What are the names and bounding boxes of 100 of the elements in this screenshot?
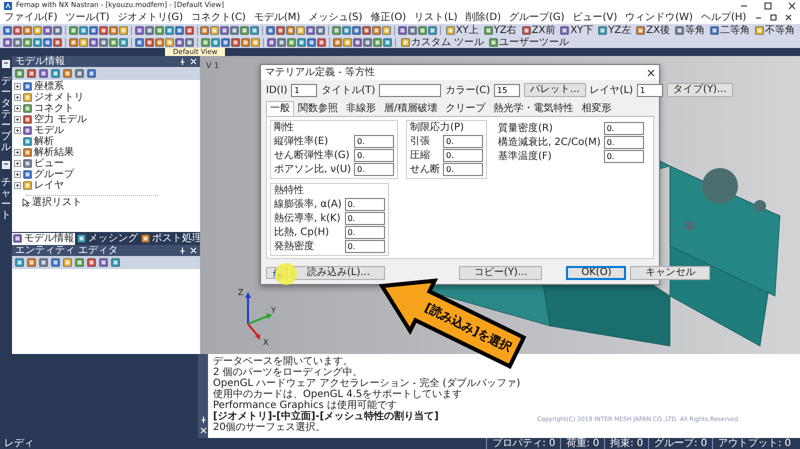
expand-icon[interactable] [14, 127, 21, 134]
tab-icon[interactable] [13, 234, 22, 243]
view-icon[interactable] [522, 26, 531, 34]
view-button[interactable]: 二等角 [708, 24, 752, 36]
tree-item[interactable]: 空力 モデル [34, 114, 88, 125]
tool-button[interactable]: ユーザーツール [487, 36, 572, 48]
view-button[interactable]: XY上 [444, 24, 481, 36]
input-field[interactable]: 0. [344, 226, 385, 238]
dialog-tab[interactable]: 一般 [266, 101, 294, 116]
expand-icon[interactable] [14, 105, 21, 112]
tree-item[interactable]: ジオメトリ [34, 92, 84, 103]
view-button[interactable]: YZ右 [482, 24, 519, 36]
input-field[interactable]: 0. [443, 148, 484, 162]
dialog-button[interactable]: タイプ(Y)... [667, 83, 732, 97]
dialog-button[interactable]: 読み込み(L)... [292, 266, 385, 280]
tool-icon[interactable] [489, 38, 498, 46]
input-field[interactable]: 0. [604, 122, 644, 134]
tree-node-icon[interactable] [23, 170, 32, 179]
menu-item[interactable]: ツール(T) [62, 11, 114, 24]
view-icon[interactable] [484, 26, 493, 34]
tree-node-icon[interactable] [23, 159, 32, 168]
close-icon[interactable] [788, 2, 796, 10]
side-tab[interactable]: データテーブル [1, 76, 11, 153]
expand-icon[interactable] [14, 94, 21, 101]
panel-tab[interactable]: モデル情報 [12, 232, 75, 244]
menu-item[interactable]: モデル(M) [250, 11, 304, 24]
input-field[interactable]: 15 [494, 84, 520, 96]
tab-icon[interactable] [141, 234, 150, 243]
input-field[interactable] [379, 84, 442, 96]
tree-item[interactable]: レイヤ [34, 180, 64, 191]
menu-item[interactable]: ファイル(F) [0, 11, 62, 24]
expand-icon[interactable] [14, 83, 21, 90]
menu-item[interactable]: ジオメトリ(G) [113, 11, 188, 24]
dialog-button[interactable]: キャンセル [630, 266, 710, 280]
menu-item[interactable]: コネクト(C) [187, 11, 250, 24]
view-button[interactable]: 不等角 [752, 24, 797, 36]
menu-item[interactable]: リスト(L) [410, 11, 462, 24]
dialog-tab[interactable]: 関数参照 [294, 101, 342, 116]
expand-icon[interactable] [14, 171, 21, 178]
menu-item[interactable]: 修正(O) [366, 11, 410, 24]
dialog-tab[interactable]: 相変形 [577, 101, 616, 116]
pin-icon[interactable] [200, 416, 206, 423]
menu-item[interactable]: メッシュ(S) [304, 11, 366, 24]
view-icon[interactable] [598, 26, 608, 34]
menu-item[interactable]: ビュー(V) [568, 11, 622, 24]
side-tab[interactable]: チャート [1, 177, 11, 221]
input-field[interactable]: 0. [344, 198, 385, 210]
tree-node-icon[interactable] [23, 93, 32, 102]
menu-item[interactable]: グループ(G) [505, 11, 569, 24]
tree-item[interactable]: 解析 [34, 136, 54, 147]
expand-icon[interactable] [14, 149, 21, 156]
tree-item[interactable]: 解析結果 [34, 147, 74, 158]
tree-item[interactable]: モデル [34, 125, 64, 136]
input-field[interactable]: 1 [291, 84, 318, 96]
input-field[interactable]: 0. [443, 162, 484, 176]
tree-node-icon[interactable] [23, 82, 32, 91]
table-icon[interactable] [2, 161, 10, 169]
tree-node-icon[interactable] [23, 126, 32, 135]
dialog-tab[interactable]: クリープ [441, 101, 490, 116]
maximize-icon[interactable] [764, 2, 772, 10]
input-field[interactable]: 0. [344, 212, 385, 224]
menu-item[interactable]: ヘルプ(H) [696, 11, 750, 24]
dialog-button[interactable]: パレット... [524, 83, 586, 97]
input-field[interactable]: 0. [604, 136, 644, 148]
pin-icon[interactable] [179, 58, 186, 65]
tree-item[interactable]: グループ [34, 169, 74, 180]
input-field[interactable]: 0. [354, 134, 394, 148]
tree-item[interactable]: 座標系 [34, 81, 64, 92]
menu-item[interactable]: 削除(D) [462, 11, 506, 24]
input-field[interactable]: 1 [637, 84, 664, 96]
view-icon[interactable] [710, 26, 719, 34]
view-button[interactable]: YZ左 [596, 24, 634, 36]
restore-icon[interactable] [770, 14, 777, 21]
tree-node-icon[interactable] [23, 181, 32, 190]
view-icon[interactable] [636, 26, 646, 34]
view-icon[interactable] [754, 26, 764, 34]
dialog-button[interactable]: OK(O) [566, 266, 626, 280]
view-button[interactable]: ZX前 [520, 24, 558, 36]
tree-item[interactable]: 選択リスト [32, 197, 82, 208]
dialog-tab[interactable]: 層/積層破壊 [380, 101, 442, 116]
view-button[interactable]: ZX後 [634, 24, 672, 36]
input-field[interactable]: 0. [354, 148, 394, 162]
panel-tab[interactable]: メッシング [76, 232, 139, 244]
tree-node-icon[interactable] [23, 148, 32, 157]
view-button[interactable]: 等角 [672, 24, 707, 36]
expand-icon[interactable] [14, 182, 21, 189]
dialog-button[interactable]: コピー(Y)... [458, 266, 542, 280]
view-button[interactable]: XY下 [558, 24, 596, 36]
view-icon[interactable] [674, 26, 684, 34]
tree-node-icon[interactable] [23, 115, 32, 124]
close-icon[interactable] [647, 68, 655, 76]
view-icon[interactable] [446, 26, 455, 34]
input-field[interactable]: 0. [604, 150, 644, 162]
tree-item[interactable]: コネクト [34, 103, 74, 114]
dialog-tab[interactable]: 非線形 [342, 101, 380, 116]
expand-icon[interactable] [14, 160, 21, 167]
close-icon[interactable] [785, 14, 792, 21]
dialog-tab[interactable]: 熱光学・電気特性 [489, 101, 578, 116]
tool-button[interactable]: カスタム ツール [399, 36, 486, 48]
tree-item[interactable]: ビュー [34, 158, 64, 169]
